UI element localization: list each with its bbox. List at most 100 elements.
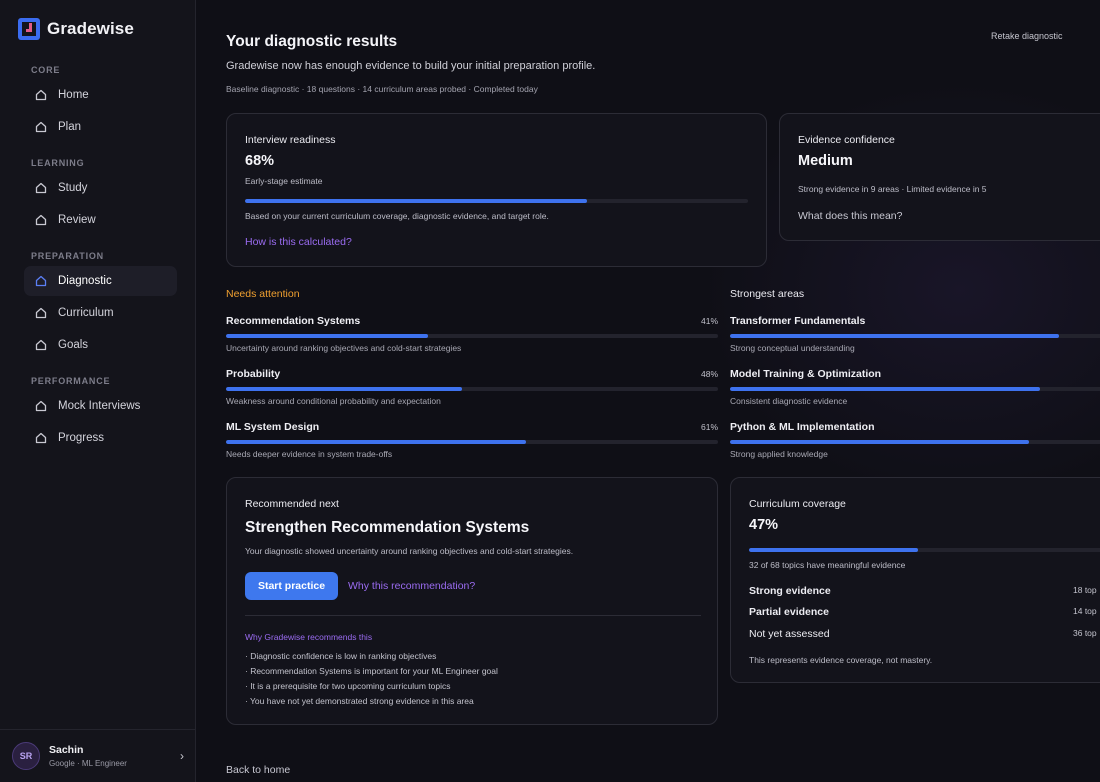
home-icon xyxy=(34,88,48,102)
weak-area-pct: 48% xyxy=(700,369,718,379)
weak-area-name: ML System Design xyxy=(226,421,320,433)
nav-section-preparation: PREPARATION xyxy=(31,251,104,261)
diagnostic-meta: Baseline diagnostic · 18 questions · 14 … xyxy=(226,84,538,94)
reason-item: · It is a prerequisite for two upcoming … xyxy=(245,681,451,691)
strong-area-name: Transformer Fundamentals xyxy=(730,315,866,327)
why-gradewise-heading: Why Gradewise recommends this xyxy=(245,632,373,642)
weak-area-name: Probability xyxy=(226,368,281,380)
recommended-next-card: Recommended next Strengthen Recommendati… xyxy=(226,477,718,725)
readiness-label: Interview readiness xyxy=(245,134,336,146)
home-icon xyxy=(34,338,48,352)
strongest-areas-heading: Strongest areas xyxy=(730,288,805,300)
strong-area-progress xyxy=(730,334,1100,338)
reason-item: · You have not yet demonstrated strong e… xyxy=(245,696,474,706)
weak-area-progress xyxy=(226,387,718,391)
page-title: Your diagnostic results xyxy=(226,33,398,50)
strong-area-name: Python & ML Implementation xyxy=(730,421,875,433)
user-name: Sachin xyxy=(49,744,84,756)
sidebar-item-label: Goals xyxy=(58,339,89,351)
sidebar-item-home[interactable]: Home xyxy=(24,80,177,110)
home-icon xyxy=(34,181,48,195)
confidence-card: Evidence confidence Medium Strong eviden… xyxy=(779,113,1100,241)
sidebar-item-diagnostic[interactable]: Diagnostic xyxy=(24,266,177,296)
user-profile-menu[interactable]: SR Sachin Google · ML Engineer › xyxy=(0,729,196,782)
strong-area-progress-fill xyxy=(730,387,1041,391)
sidebar-item-study[interactable]: Study xyxy=(24,173,177,203)
sidebar-item-label: Plan xyxy=(58,121,82,133)
strong-area-progress xyxy=(730,440,1100,444)
nav-section-performance: PERFORMANCE xyxy=(31,376,111,386)
sidebar-item-plan[interactable]: Plan xyxy=(24,112,177,142)
sidebar-item-label: Diagnostic xyxy=(58,275,112,287)
sidebar-item-curriculum[interactable]: Curriculum xyxy=(24,298,177,328)
brand-name: Gradewise xyxy=(47,19,134,38)
sidebar-item-mock-interviews[interactable]: Mock Interviews xyxy=(24,391,177,421)
home-icon xyxy=(34,399,48,413)
strong-area-progress-fill xyxy=(730,440,1030,444)
retake-diagnostic-button[interactable]: Retake diagnostic xyxy=(991,31,1063,41)
nav-section-learning: LEARNING xyxy=(31,158,85,168)
user-role: Google · ML Engineer xyxy=(49,759,127,768)
coverage-footnote: This represents evidence coverage, not m… xyxy=(749,655,933,665)
weak-area-note: Needs deeper evidence in system trade-of… xyxy=(226,449,393,459)
sidebar-item-label: Progress xyxy=(58,432,105,444)
strong-area-progress-fill xyxy=(730,334,1060,338)
main-content: Your diagnostic results Retake diagnosti… xyxy=(196,0,1100,782)
sidebar-item-label: Mock Interviews xyxy=(58,400,141,412)
coverage-caption: 32 of 68 topics have meaningful evidence xyxy=(749,560,906,570)
weak-area-progress xyxy=(226,334,718,338)
sidebar-item-review[interactable]: Review xyxy=(24,205,177,235)
strong-area-note: Strong conceptual understanding xyxy=(730,343,855,353)
divider xyxy=(245,615,701,616)
readiness-basis: Based on your current curriculum coverag… xyxy=(245,211,549,221)
weak-area-pct: 61% xyxy=(700,422,718,432)
recommended-label: Recommended next xyxy=(245,498,339,510)
gradewise-logo-icon xyxy=(18,18,40,40)
weak-area-progress-fill xyxy=(226,387,463,391)
sidebar-item-label: Review xyxy=(58,214,96,226)
home-icon xyxy=(34,274,48,288)
start-practice-button[interactable]: Start practice xyxy=(245,572,338,600)
coverage-value: 47% xyxy=(749,517,779,533)
strong-area-progress xyxy=(730,387,1100,391)
what-does-this-mean-link[interactable]: What does this mean? xyxy=(798,210,902,222)
coverage-row-label: Partial evidence xyxy=(749,606,829,618)
sidebar-item-label: Curriculum xyxy=(58,307,114,319)
sidebar-item-label: Home xyxy=(58,89,89,101)
readiness-progress xyxy=(245,199,748,203)
needs-attention-heading: Needs attention xyxy=(226,288,300,300)
weak-area-pct: 41% xyxy=(700,316,718,326)
strong-area-note: Consistent diagnostic evidence xyxy=(730,396,848,406)
how-calculated-link[interactable]: How is this calculated? xyxy=(245,236,352,248)
coverage-row-label: Strong evidence xyxy=(749,585,831,597)
coverage-row-value: 14 top xyxy=(1073,606,1097,616)
readiness-card: Interview readiness 68% Early-stage esti… xyxy=(226,113,767,267)
weak-area-progress xyxy=(226,440,718,444)
coverage-progress-fill xyxy=(749,548,919,552)
why-recommendation-link[interactable]: Why this recommendation? xyxy=(348,580,475,592)
brand[interactable]: Gradewise xyxy=(18,18,134,40)
readiness-progress-fill xyxy=(245,199,588,203)
home-icon xyxy=(34,120,48,134)
page-subtitle: Gradewise now has enough evidence to bui… xyxy=(226,60,596,72)
reason-item: · Recommendation Systems is important fo… xyxy=(245,666,498,676)
weak-area-note: Uncertainty around ranking objectives an… xyxy=(226,343,462,353)
sidebar-item-goals[interactable]: Goals xyxy=(24,330,177,360)
chevron-right-icon: › xyxy=(180,749,184,763)
nav-section-core: CORE xyxy=(31,65,61,75)
avatar: SR xyxy=(12,742,40,770)
home-icon xyxy=(34,306,48,320)
coverage-progress xyxy=(749,548,1100,552)
sidebar-item-progress[interactable]: Progress xyxy=(24,423,177,453)
confidence-value: Medium xyxy=(798,153,853,169)
sidebar-item-label: Study xyxy=(58,182,88,194)
coverage-row-label: Not yet assessed xyxy=(749,628,830,640)
readiness-caption: Early-stage estimate xyxy=(245,176,323,186)
reason-item: · Diagnostic confidence is low in rankin… xyxy=(245,651,437,661)
recommended-title: Strengthen Recommendation Systems xyxy=(245,519,530,536)
back-to-home-link[interactable]: Back to home xyxy=(226,764,290,776)
recommended-desc: Your diagnostic showed uncertainty aroun… xyxy=(245,546,574,556)
coverage-row-value: 18 top xyxy=(1073,585,1097,595)
user-meta: Sachin Google · ML Engineer xyxy=(49,744,127,768)
curriculum-coverage-card: Curriculum coverage 47% 32 of 68 topics … xyxy=(730,477,1100,683)
